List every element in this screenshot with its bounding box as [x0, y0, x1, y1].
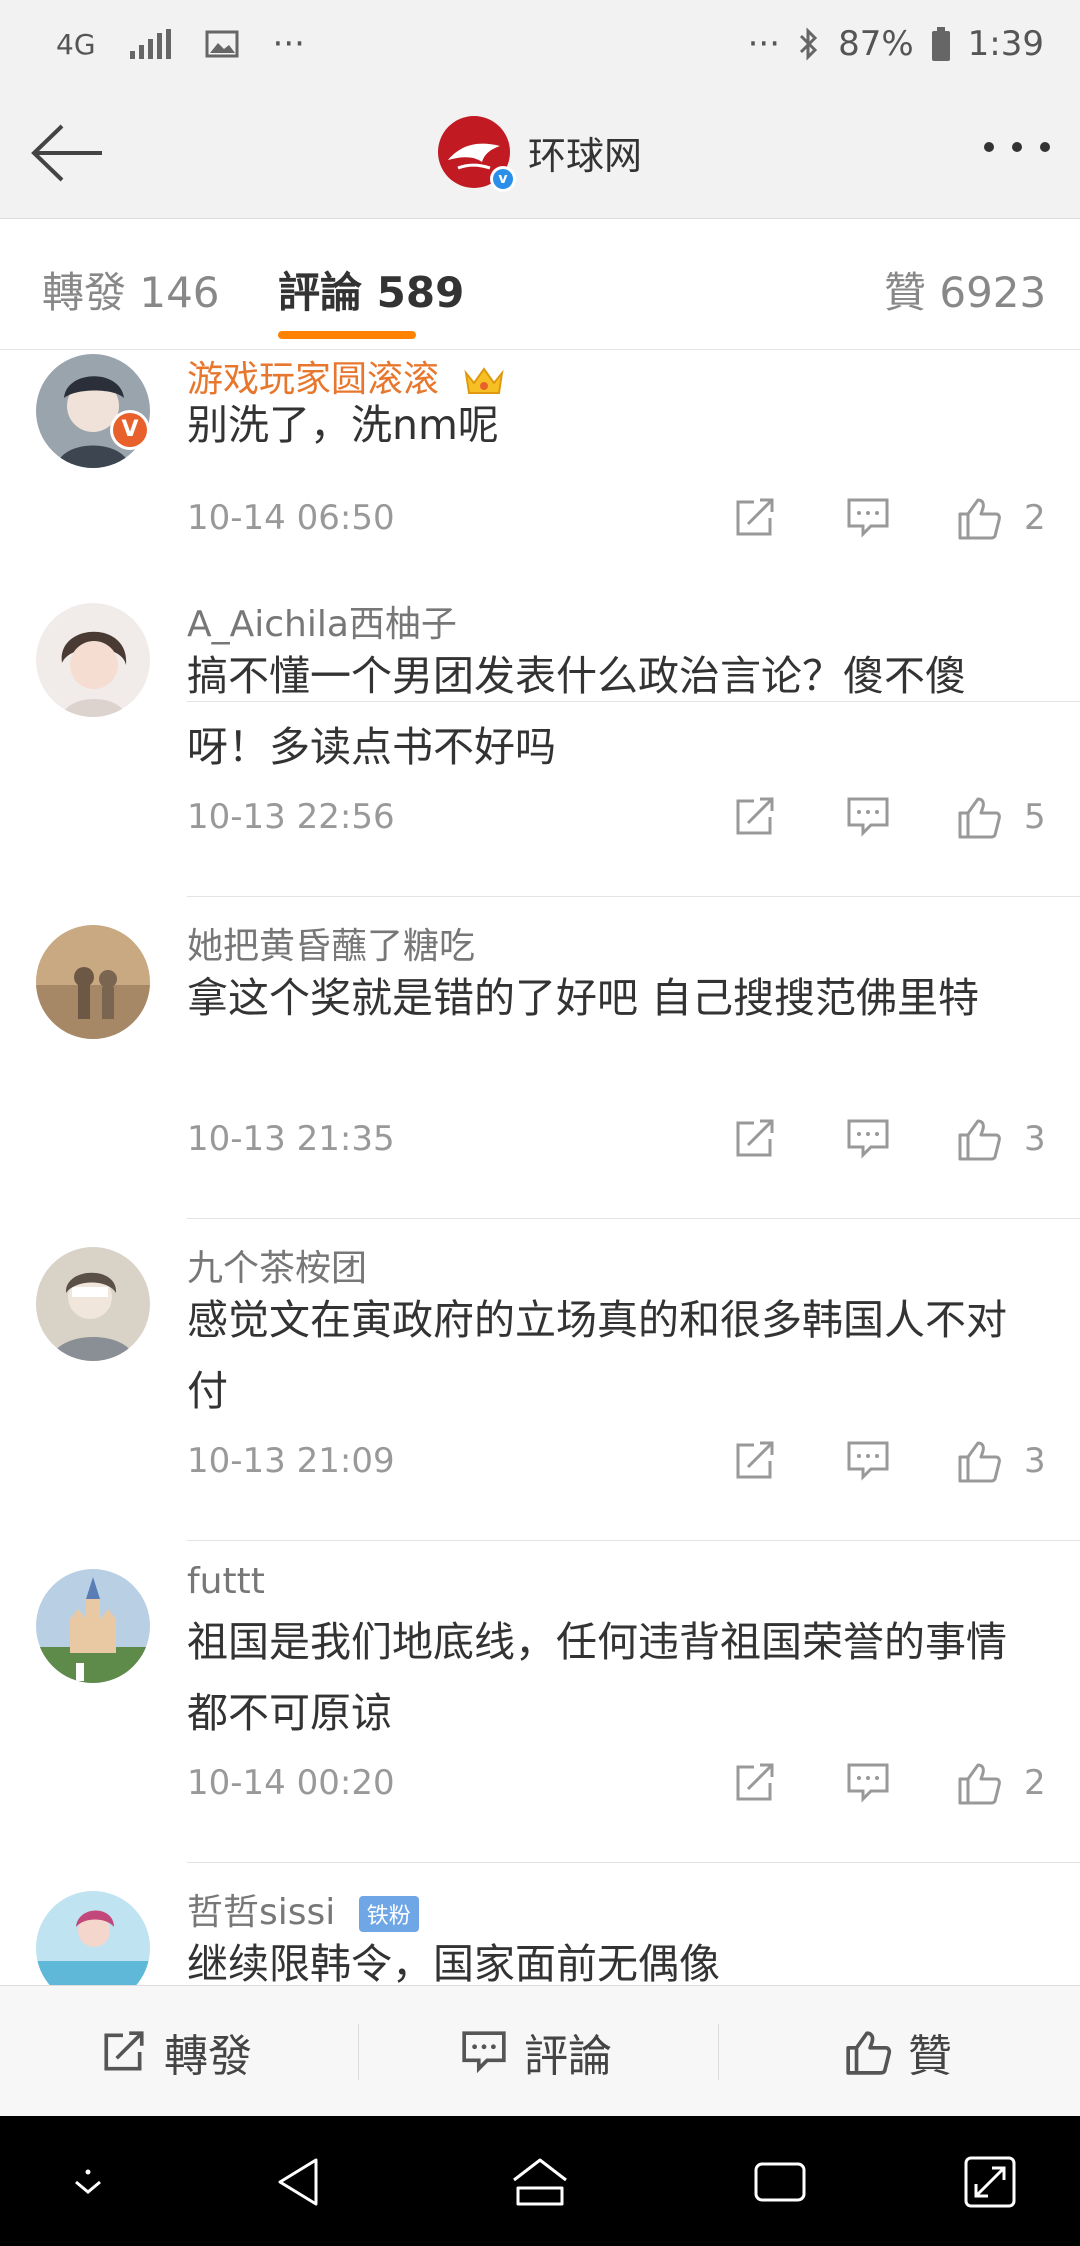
- repost-icon: [104, 2030, 144, 2071]
- tab-likes[interactable]: 贊 6923: [884, 259, 1046, 320]
- comment-list[interactable]: V 游戏玩家圆滚滚 别洗了，洗nm呢 10-14 06:50 2 A_Aichi…: [0, 350, 1080, 1985]
- repost-button[interactable]: 轉發: [100, 1986, 252, 2117]
- comment-time: 10-14 06:50: [187, 498, 395, 538]
- reply-icon[interactable]: [845, 1439, 891, 1483]
- comment-item: 她把黄昏蘸了糖吃 拿这个奖就是错的了好吧 自己搜搜范佛里特 10-13 21:3…: [0, 897, 1080, 1219]
- interaction-tabs: 轉發 146 評論 589 贊 6923: [0, 219, 1080, 350]
- back-arrow-icon[interactable]: [26, 120, 106, 186]
- account-avatar[interactable]: v: [438, 116, 516, 192]
- comment-button[interactable]: 評論: [460, 1986, 612, 2117]
- avatar[interactable]: [36, 1891, 150, 1985]
- share-icon[interactable]: [732, 795, 778, 839]
- overflow-indicator-icon: ···: [747, 24, 781, 64]
- verified-badge: v: [490, 166, 516, 192]
- comment-time: 10-14 00:20: [187, 1763, 395, 1803]
- bottom-action-bar: 轉發 評論 贊: [0, 1985, 1080, 2117]
- like-count: 3: [1024, 1441, 1046, 1481]
- comment-text: 别洗了，洗nm呢: [187, 401, 499, 449]
- avatar[interactable]: [36, 1569, 150, 1683]
- home-icon[interactable]: [508, 2152, 572, 2212]
- like-button[interactable]: 贊: [844, 1986, 952, 2117]
- avatar[interactable]: [36, 603, 150, 717]
- account-header[interactable]: v 环球网: [438, 116, 643, 192]
- network-indicator: 4G: [56, 27, 96, 61]
- commenter-name[interactable]: 她把黄昏蘸了糖吃: [187, 917, 475, 969]
- image-notification-icon: [205, 30, 239, 58]
- tab-comments[interactable]: 評論 589: [278, 259, 464, 320]
- like-label: 贊: [908, 2030, 952, 2082]
- like-icon[interactable]: [956, 496, 1002, 540]
- avatar[interactable]: [36, 1247, 150, 1361]
- commenter-name[interactable]: A_Aichila西柚子: [187, 595, 457, 647]
- comment-item: 哲哲sissi 铁粉 继续限韩令，国家面前无偶像: [0, 1863, 1080, 1985]
- comment-item: A_Aichila西柚子 搞不懂一个男团发表什么政治言论？傻不傻呀！多读点书不好…: [0, 575, 1080, 897]
- share-icon[interactable]: [732, 496, 778, 540]
- expand-icon[interactable]: [958, 2152, 1022, 2212]
- share-icon[interactable]: [732, 1117, 778, 1161]
- comment-time: 10-13 22:56: [187, 797, 395, 837]
- thumbs-up-icon: [846, 2030, 892, 2075]
- comment-text: 拿这个奖就是错的了好吧 自己搜搜范佛里特: [187, 974, 980, 1022]
- share-icon[interactable]: [732, 1439, 778, 1483]
- account-name: 环球网: [528, 133, 643, 178]
- like-icon[interactable]: [956, 1117, 1002, 1161]
- repost-label: 轉發: [164, 2030, 252, 2082]
- comment-label: 評論: [524, 2030, 612, 2082]
- commenter-name[interactable]: futtt: [187, 1561, 265, 1602]
- bluetooth-icon: [800, 27, 818, 61]
- chevron-down-icon[interactable]: [56, 2152, 120, 2212]
- status-bar: 4G ··· ··· 87% 1:39: [0, 0, 1080, 90]
- avatar[interactable]: [36, 925, 150, 1039]
- like-count: 2: [1024, 498, 1046, 538]
- recent-apps-icon[interactable]: [748, 2152, 812, 2212]
- reply-icon[interactable]: [845, 496, 891, 540]
- clock: 1:39: [967, 24, 1044, 64]
- comment-icon: [462, 2030, 506, 2073]
- divider: [718, 2024, 719, 2080]
- verified-v-badge: V: [110, 410, 150, 450]
- signal-icon: [129, 29, 171, 59]
- system-navigation-bar: [0, 2116, 1080, 2246]
- fan-badge: 铁粉: [358, 1896, 419, 1932]
- commenter-name[interactable]: 九个茶桉团: [187, 1239, 367, 1291]
- reply-icon[interactable]: [845, 1761, 891, 1805]
- like-icon[interactable]: [956, 795, 1002, 839]
- battery-icon: [931, 27, 950, 61]
- comment-text: 祖国是我们地底线，任何违背祖国荣誉的事情都不可原谅: [187, 1618, 1007, 1737]
- back-triangle-icon[interactable]: [268, 2152, 332, 2212]
- comment-text: 感觉文在寅政府的立场真的和很多韩国人不对付: [187, 1296, 1007, 1415]
- comment-item: futtt 祖国是我们地底线，任何违背祖国荣誉的事情都不可原谅 10-14 00…: [0, 1541, 1080, 1863]
- like-count: 3: [1024, 1119, 1046, 1159]
- commenter-name[interactable]: 哲哲sissi 铁粉: [187, 1883, 419, 1935]
- divider: [358, 2024, 359, 2080]
- comment-text: 继续限韩令，国家面前无偶像: [187, 1940, 720, 1985]
- like-icon[interactable]: [956, 1439, 1002, 1483]
- reply-icon[interactable]: [845, 1117, 891, 1161]
- comment-text: 搞不懂一个男团发表什么政治言论？傻不傻呀！多读点书不好吗: [187, 652, 966, 771]
- battery-percent: 87%: [838, 24, 914, 64]
- more-options-icon[interactable]: [984, 142, 1050, 152]
- comment-item: 九个茶桉团 感觉文在寅政府的立场真的和很多韩国人不对付 10-13 21:09 …: [0, 1219, 1080, 1541]
- top-nav-bar: v 环球网: [0, 90, 1080, 219]
- like-icon[interactable]: [956, 1761, 1002, 1805]
- tab-reposts[interactable]: 轉發 146: [42, 259, 220, 320]
- share-icon[interactable]: [732, 1761, 778, 1805]
- active-tab-indicator: [278, 331, 416, 339]
- comment-time: 10-13 21:09: [187, 1441, 395, 1481]
- reply-icon[interactable]: [845, 795, 891, 839]
- like-count: 2: [1024, 1763, 1046, 1803]
- commenter-name-text: 哲哲sissi: [187, 1892, 336, 1933]
- like-count: 5: [1024, 797, 1046, 837]
- comment-time: 10-13 21:35: [187, 1119, 395, 1159]
- more-notifications-icon: ···: [272, 24, 305, 64]
